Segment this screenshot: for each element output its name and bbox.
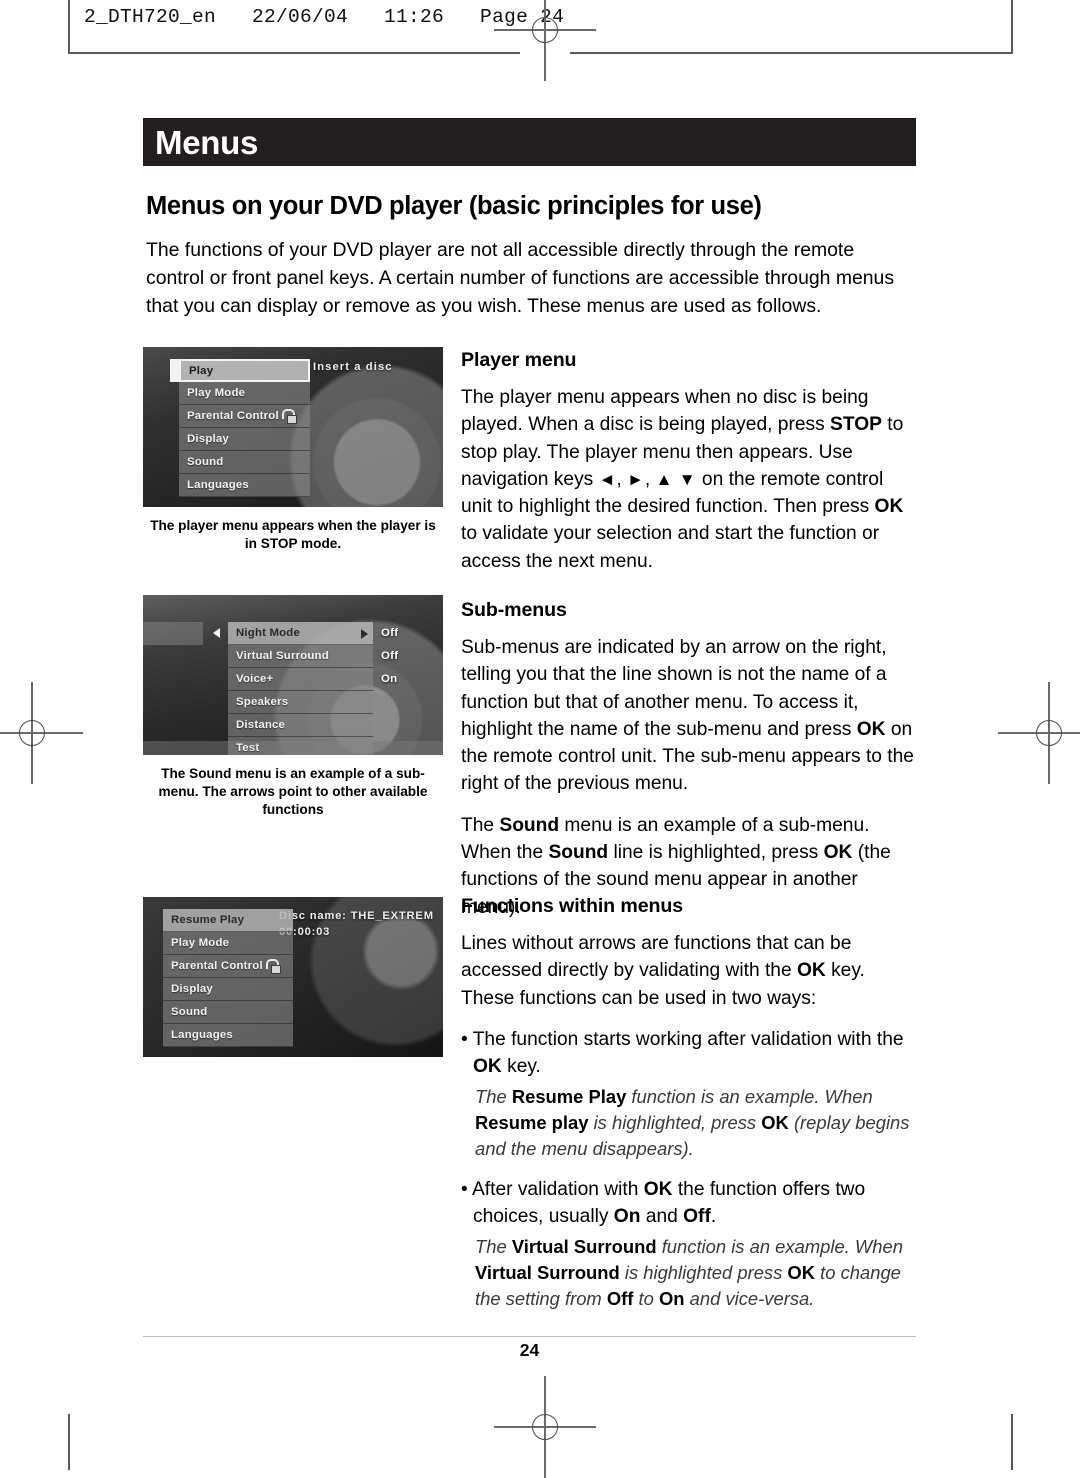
menu-item-label: Play [189,364,214,377]
crop-line-top-left-vertical [68,0,70,52]
chapter-title: Menus [155,123,259,161]
figure-column: Night Mode Virtual Surround Voice+ Speak… [143,595,443,819]
figure-column: Disc name: THE_EXTREM 00:00:03 Resume Pl… [143,897,443,1058]
menu-item-label: Night Mode [236,627,301,640]
menu-item-parental-control[interactable]: Parental Control [163,955,293,979]
lock-icon [281,408,297,424]
crop-line-bottom-right-vertical [1011,1414,1013,1470]
menu-item-voice-plus[interactable]: Voice+ [228,668,373,692]
menu-item-sound[interactable]: Sound [163,1001,293,1025]
menu-item-label: Resume Play [171,914,245,927]
menu-item-languages[interactable]: Languages [163,1024,293,1048]
menu-item-parental-control[interactable]: Parental Control [179,405,310,429]
menu-item-play-mode[interactable]: Play Mode [163,932,293,956]
bullet-item-2: • After validation with OK the function … [461,1178,866,1228]
player-menu-screenshot: Insert a disc Play Play Mode Parental Co… [143,347,443,508]
menu-item-resume-play[interactable]: Resume Play [163,909,293,933]
menu-item-label: Sound [187,456,224,469]
crop-line-top-horizontal-right [570,52,1013,54]
menu-item-label: Display [171,983,213,996]
registration-circle [532,1414,558,1440]
registration-circle [19,720,45,746]
registration-circle [532,17,558,43]
intro-paragraph: The functions of your DVD player are not… [146,239,895,318]
registration-mark-top [494,0,596,81]
text-column-functions-within-menus: Functions within menus Lines without arr… [461,895,916,1325]
menu-item-label: Sound [171,1006,208,1019]
menu-item-label: Play Mode [187,387,246,400]
resume-play-menu-list: Resume Play Play Mode Parental Control D… [163,909,293,1048]
text-column-player-menu: Player menu The player menu appears when… [461,349,916,589]
registration-circle [1036,720,1062,746]
prepress-job-line: 2_DTH720_en 22/06/04 11:26 Page 24 [84,6,565,28]
footer-rule [143,1336,916,1337]
menu-cursor-bar [170,359,179,383]
menu-item-night-mode[interactable]: Night Mode [228,622,373,646]
player-menu-list: Play Play Mode Parental Control Display [170,359,310,498]
chapter-banner: Menus [143,118,916,166]
menu-item-display[interactable]: Display [179,428,310,452]
value-virtual-surround: Off [381,650,399,663]
lock-icon [265,958,281,974]
menu-item-label: Languages [187,479,249,492]
menu-item-label: Parental Control [171,960,263,973]
menu-item-label: Parental Control [187,410,279,423]
value-night-mode: Off [381,627,399,640]
menu-item-display[interactable]: Display [163,978,293,1002]
menu-item-play[interactable]: Play [179,359,310,383]
menu-item-virtual-surround[interactable]: Virtual Surround [228,645,373,669]
section-body-functions: Lines without arrows are functions that … [461,933,865,1009]
arrow-left-icon [213,628,220,639]
menu-item-label: Distance [236,719,286,732]
menu-item-label: Display [187,433,229,446]
menu-item-label: Virtual Surround [236,650,329,663]
section-body-sub-menus-1: Sub-menus are indicated by an arrow on t… [461,637,914,795]
page-number: 24 [519,1340,540,1360]
menu-item-label: Languages [171,1029,233,1042]
bullet-item-1: • The function starts working after vali… [461,1028,904,1078]
registration-mark-left [0,682,83,784]
menu-item-label: Voice+ [236,673,274,686]
crop-line-top-horizontal-left [68,52,520,54]
figure-column: Insert a disc Play Play Mode Parental Co… [143,347,443,553]
crop-line-top-right-vertical [1011,0,1013,52]
menu-item-label: Speakers [236,696,289,709]
example-resume-play: The Resume Play function is an example. … [475,1086,910,1159]
registration-mark-bottom [494,1376,596,1478]
section-body-player-menu: The player menu appears when no disc is … [461,387,904,572]
menu-item-distance[interactable]: Distance [228,714,373,738]
sound-submenu-list: Night Mode Virtual Surround Voice+ Speak… [228,622,373,756]
menu-item-sound[interactable]: Sound [179,451,310,475]
menu-item-label: Test [236,742,260,755]
menu-item-test[interactable]: Test [228,737,373,756]
menu-item-speakers[interactable]: Speakers [228,691,373,715]
section-heading-player-menu: Player menu [461,349,577,372]
body-grid: Insert a disc Play Play Mode Parental Co… [143,347,916,1327]
sound-submenu-screenshot: Night Mode Virtual Surround Voice+ Speak… [143,595,443,756]
section-heading-functions-within-menus: Functions within menus [461,895,684,918]
page-content: Menus Menus on your DVD player (basic pr… [143,118,916,1327]
disc-name-text: Disc name: THE_EXTREM [279,910,434,923]
example-virtual-surround: The Virtual Surround function is an exam… [475,1236,903,1309]
section-heading-sub-menus: Sub-menus [461,599,567,622]
value-voice-plus: On [381,673,398,686]
page-title: Menus on your DVD player (basic principl… [146,192,762,220]
previous-menu-stub [143,622,203,646]
figure-caption-sound-submenu: The Sound menu is an example of a sub-me… [158,766,428,817]
text-column-sub-menus: Sub-menus Sub-menus are indicated by an … [461,599,916,935]
arrow-right-icon [361,629,368,640]
insert-a-disc-text: Insert a disc [313,361,393,374]
resume-play-screenshot: Disc name: THE_EXTREM 00:00:03 Resume Pl… [143,897,443,1058]
menu-item-languages[interactable]: Languages [179,474,310,498]
crop-line-bottom-left-vertical [68,1414,70,1470]
registration-mark-right [998,682,1080,784]
menu-item-play-mode[interactable]: Play Mode [179,382,310,406]
figure-caption-player-menu: The player menu appears when the player … [150,518,436,552]
menu-item-label: Play Mode [171,937,230,950]
